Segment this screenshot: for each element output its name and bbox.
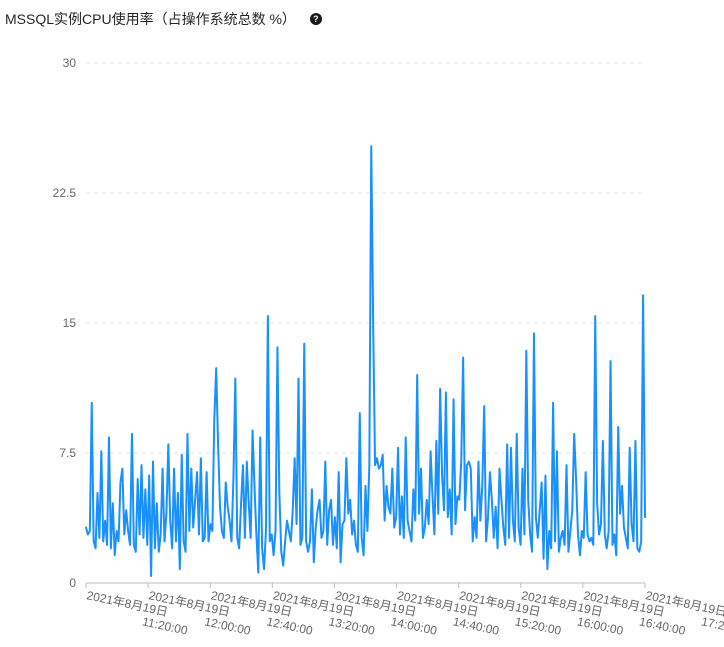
y-tick-label: 22.5: [53, 186, 77, 200]
x-axis: [85, 582, 646, 588]
y-tick-label: 30: [63, 56, 77, 70]
grid-lines: [86, 62, 645, 454]
series-layer: [85, 145, 646, 578]
y-axis-ticks: 0 7.5 15 22.5 30: [53, 56, 77, 590]
series-line[interactable]: [85, 145, 646, 578]
y-tick-label: 15: [63, 316, 77, 330]
y-tick-label: 7.5: [59, 446, 76, 460]
line-chart: 0 7.5 15 22.5 30 2021年8月19日11:20:002021年8月19…: [53, 56, 724, 638]
x-axis-ticks: 2021年8月19日11:20:002021年8月19日12:00:002021…: [85, 588, 724, 638]
y-tick-label: 0: [69, 576, 76, 590]
